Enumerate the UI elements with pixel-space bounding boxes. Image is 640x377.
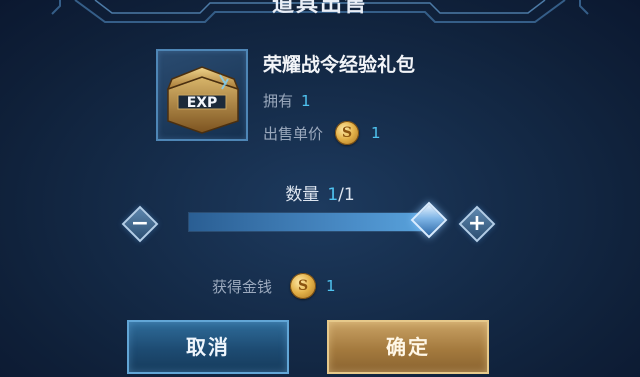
gain-value: 1: [326, 277, 336, 295]
exp-chest-label: EXP: [187, 95, 218, 111]
plus-icon: +: [467, 211, 487, 236]
quantity-slider-fill: [189, 213, 431, 231]
owned-row: 拥有 1: [263, 90, 311, 111]
price-row: 出售单价 1: [263, 121, 381, 145]
dialog-title: 道具出售: [271, 0, 368, 17]
quantity-row: 数量 1/1: [0, 180, 640, 205]
quantity-total: /1: [338, 185, 355, 205]
cancel-button[interactable]: 取消: [127, 320, 289, 374]
item-icon-frame: EXP: [156, 49, 248, 141]
quantity-slider[interactable]: [188, 212, 432, 232]
owned-value: 1: [301, 92, 311, 110]
item-name: 荣耀战令经验礼包: [263, 54, 416, 76]
confirm-button[interactable]: 确定: [327, 320, 489, 374]
exp-chest-icon: EXP: [166, 66, 240, 134]
price-value: 1: [371, 124, 381, 142]
gain-row: 获得金钱 1: [212, 273, 336, 299]
owned-label: 拥有: [263, 92, 294, 110]
gold-coin-icon: [335, 121, 360, 145]
gold-coin-icon: [290, 273, 317, 299]
quantity-slider-handle[interactable]: [410, 201, 448, 239]
quantity-current: 1: [327, 185, 339, 205]
price-label: 出售单价: [263, 124, 324, 143]
quantity-label: 数量: [285, 185, 320, 205]
minus-icon: −: [130, 211, 150, 236]
gain-label: 获得金钱: [212, 277, 273, 296]
